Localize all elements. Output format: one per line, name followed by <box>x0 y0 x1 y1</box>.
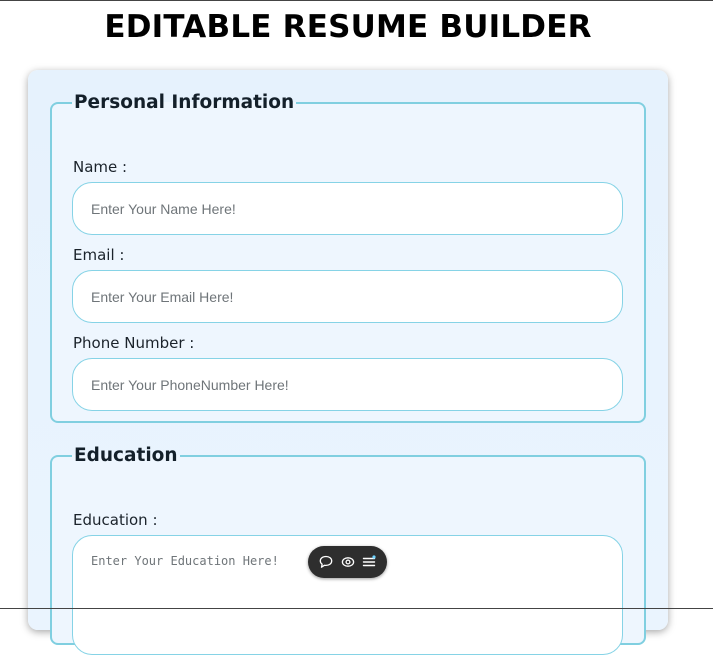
email-input[interactable] <box>72 270 623 323</box>
education-section: Education Education : <box>50 445 646 655</box>
education-legend: Education <box>74 445 178 466</box>
name-input[interactable] <box>72 182 623 235</box>
phone-number-label: Phone Number : <box>73 334 195 352</box>
floating-toolbar <box>308 546 387 578</box>
top-border-line <box>0 0 713 1</box>
eye-icon[interactable] <box>338 552 358 572</box>
personal-information-section: Personal Information Name : Email : Phon… <box>50 92 646 423</box>
menu-lines-icon[interactable] <box>359 552 379 572</box>
email-label: Email : <box>73 246 125 264</box>
page-title: EDITABLE RESUME BUILDER <box>104 9 592 45</box>
personal-information-legend: Personal Information <box>74 92 295 113</box>
name-label: Name : <box>73 158 128 176</box>
phone-number-input[interactable] <box>72 358 623 411</box>
chat-bubble-icon[interactable] <box>316 552 336 572</box>
education-label: Education : <box>73 511 158 529</box>
